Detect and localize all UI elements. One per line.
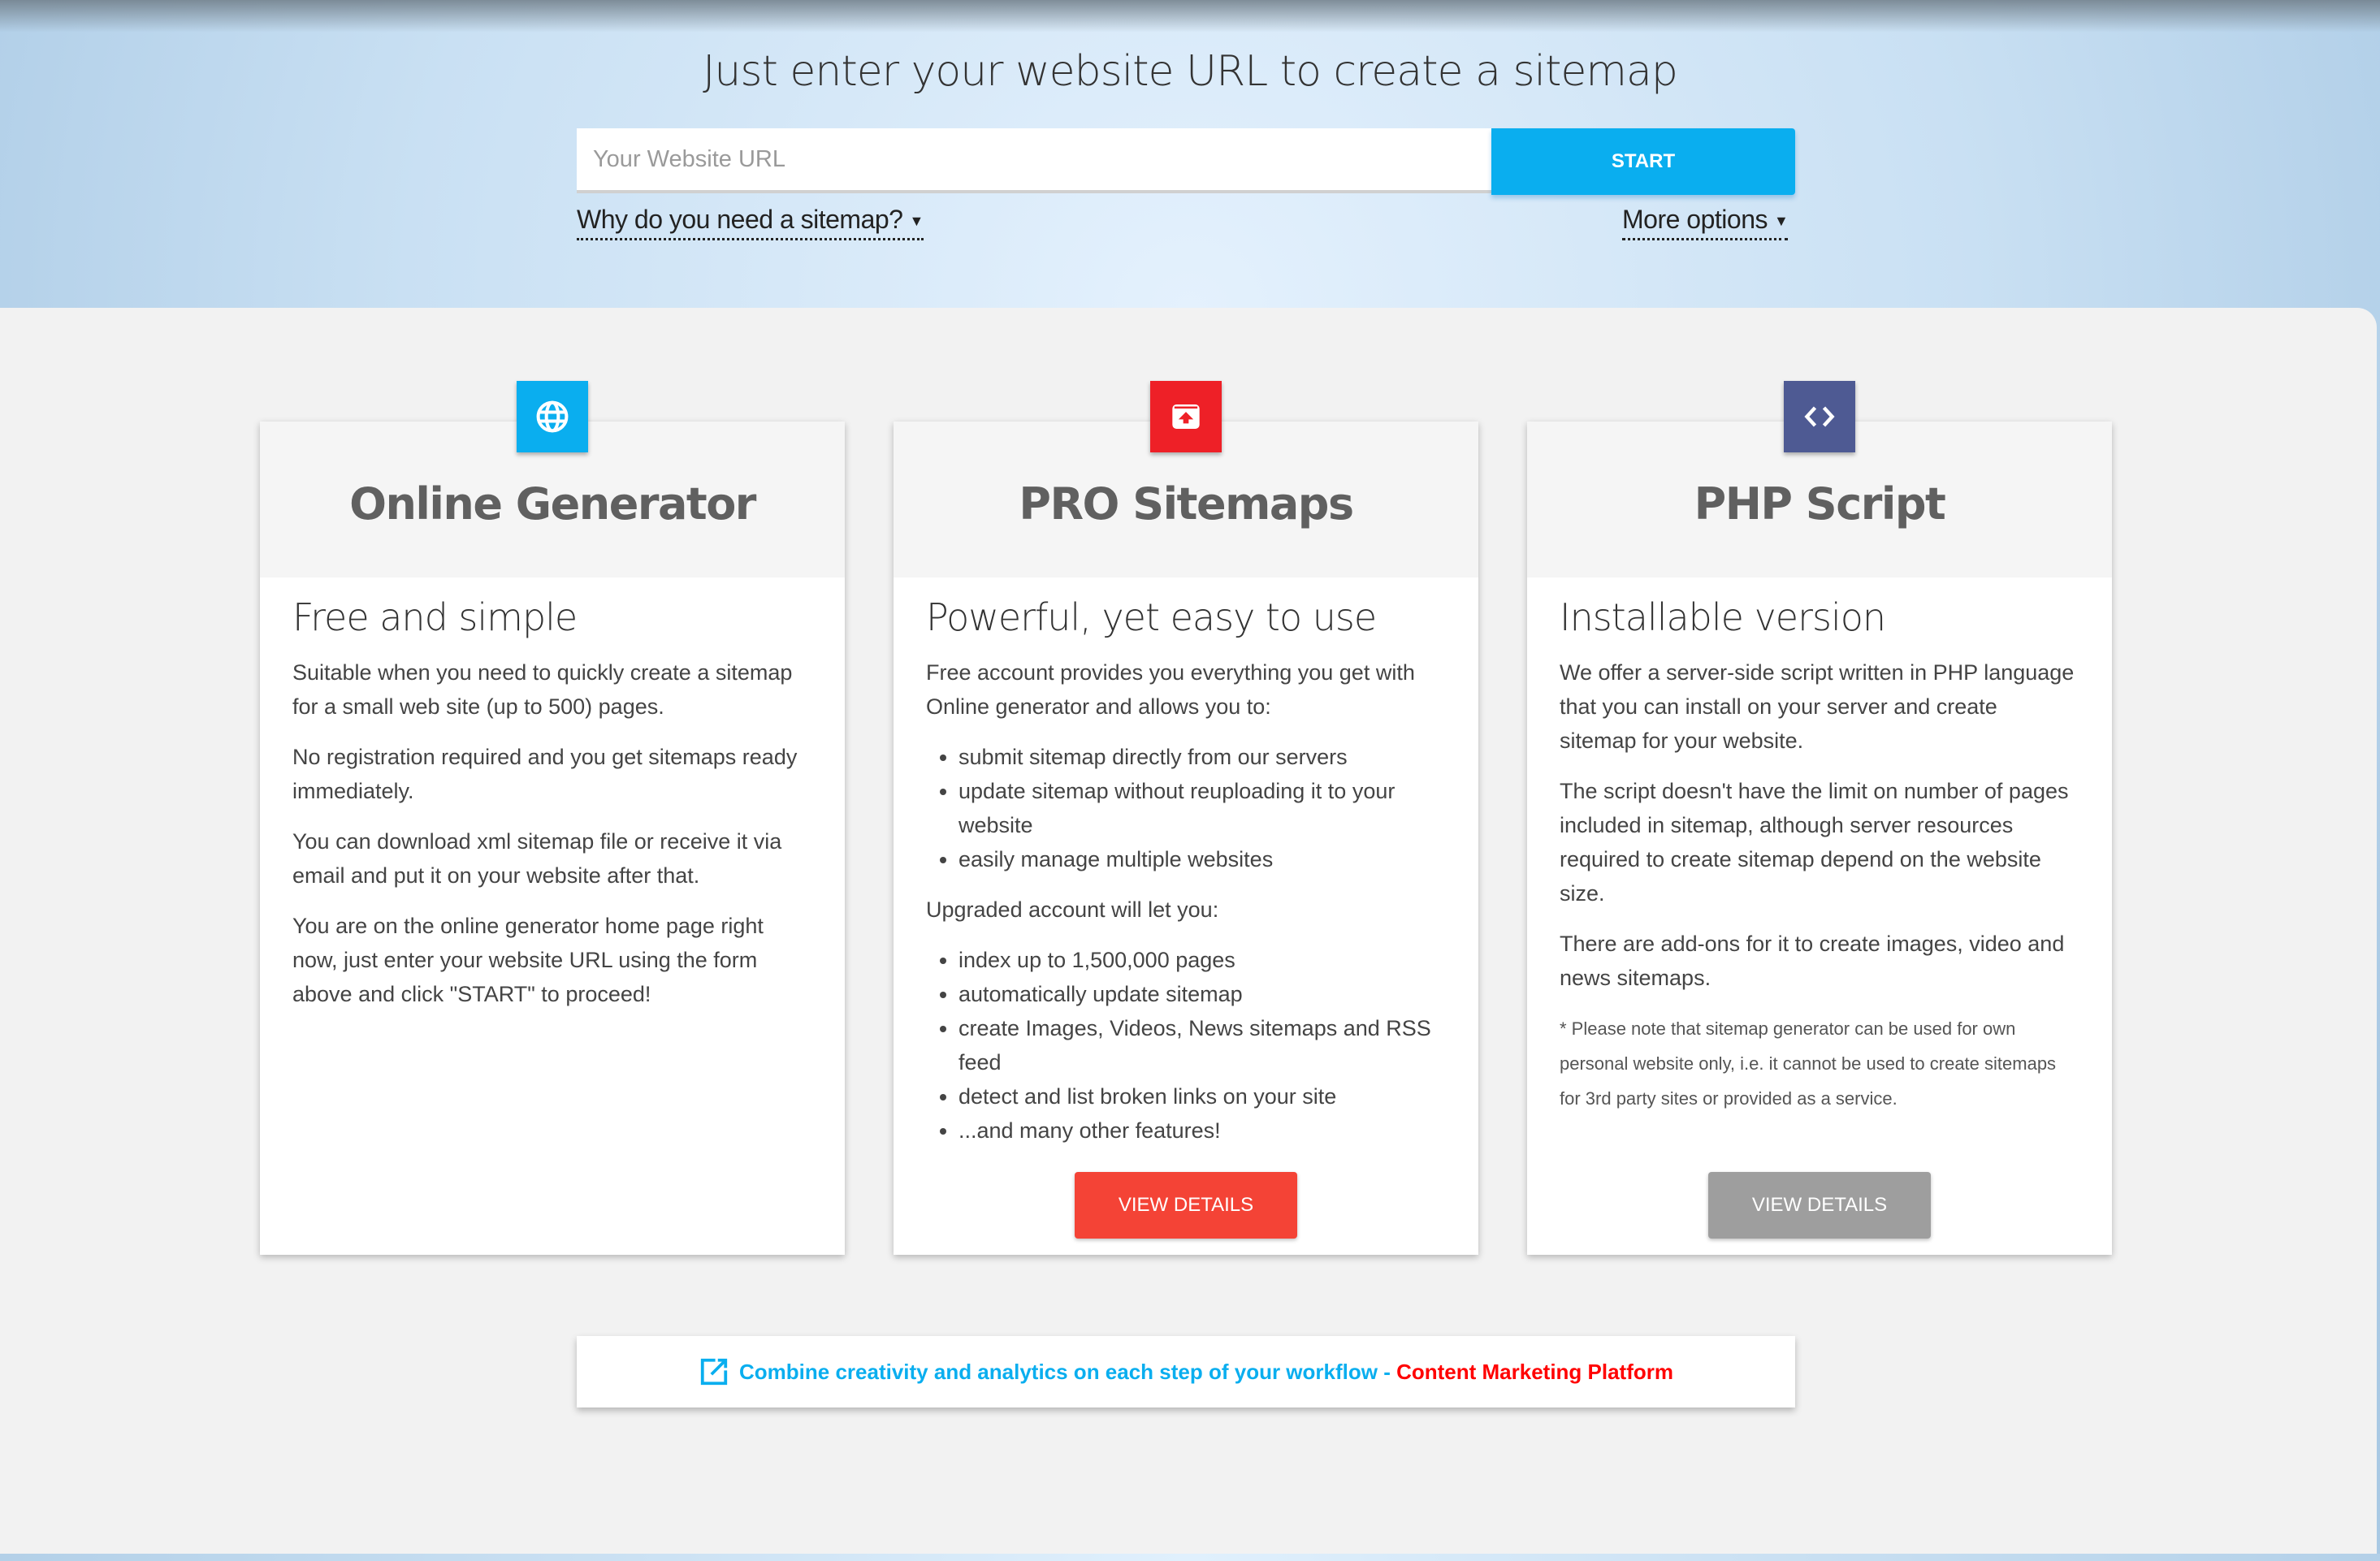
card-title: Online Generator [349, 478, 756, 530]
card-title: PHP Script [1694, 478, 1946, 530]
card-pro-sitemaps: PRO Sitemaps Powerful, yet easy to use F… [894, 422, 1478, 1255]
card-paragraph: There are add-ons for it to create image… [1560, 932, 2065, 990]
start-button[interactable]: START [1491, 128, 1795, 195]
list-item: submit sitemap directly from our servers [958, 740, 1446, 774]
website-url-input[interactable] [577, 128, 1491, 193]
card-paragraph: The script doesn't have the limit on num… [1560, 779, 2069, 906]
caret-down-icon: ▼ [1773, 213, 1789, 230]
card-php-script: PHP Script Installable version We offer … [1527, 422, 2112, 1255]
external-link-icon [699, 1356, 729, 1387]
upgraded-features-list: index up to 1,500,000 pages automaticall… [926, 943, 1446, 1148]
php-view-details-button[interactable]: VIEW DETAILS [1708, 1172, 1931, 1239]
more-options-label: More options [1622, 205, 1768, 234]
card-subtitle: Powerful, yet easy to use [926, 595, 1377, 639]
card-paragraph: You are on the online generator home pag… [292, 914, 764, 1006]
pro-view-details-button[interactable]: VIEW DETAILS [1075, 1172, 1297, 1239]
why-sitemap-dropdown[interactable]: Why do you need a sitemap? ▼ [577, 205, 924, 240]
list-item: detect and list broken links on your sit… [958, 1079, 1446, 1113]
why-sitemap-label: Why do you need a sitemap? [577, 205, 903, 234]
more-options-dropdown[interactable]: More options ▼ [1622, 205, 1789, 240]
caret-down-icon: ▼ [909, 213, 924, 230]
globe-icon [517, 381, 588, 452]
card-online-generator: Online Generator Free and simple Suitabl… [260, 422, 845, 1255]
card-paragraph: You can download xml sitemap file or rec… [292, 829, 782, 888]
list-item: automatically update sitemap [958, 977, 1446, 1011]
list-item: easily manage multiple websites [958, 842, 1446, 876]
card-title: PRO Sitemaps [1019, 478, 1354, 530]
card-paragraph: Suitable when you need to quickly create… [292, 660, 793, 719]
code-icon [1784, 381, 1855, 452]
list-item: create Images, Videos, News sitemaps and… [958, 1011, 1446, 1079]
content-marketing-platform-link[interactable]: Content Marketing Platform [1396, 1360, 1673, 1385]
top-shadow [0, 0, 2380, 32]
card-subtitle: Free and simple [292, 595, 578, 639]
card-paragraph: No registration required and you get sit… [292, 745, 798, 803]
card-subtitle: Installable version [1560, 595, 1886, 639]
list-item: update sitemap without reuploading it to… [958, 774, 1446, 842]
upload-box-icon [1150, 381, 1222, 452]
free-features-list: submit sitemap directly from our servers… [926, 740, 1446, 876]
promo-text: Combine creativity and analytics on each… [739, 1359, 1397, 1384]
card-paragraph: Upgraded account will let you: [926, 897, 1219, 922]
bottom-strip [0, 1554, 2380, 1561]
card-paragraph: We offer a server-side script written in… [1560, 660, 2075, 753]
list-item: index up to 1,500,000 pages [958, 943, 1446, 977]
hero-title: Just enter your website URL to create a … [703, 47, 1678, 96]
promo-banner[interactable]: Combine creativity and analytics on each… [577, 1336, 1795, 1407]
usage-note: * Please note that sitemap generator can… [1560, 1018, 2057, 1109]
card-paragraph: Free account provides you everything you… [926, 660, 1415, 719]
list-item: ...and many other features! [958, 1113, 1446, 1148]
